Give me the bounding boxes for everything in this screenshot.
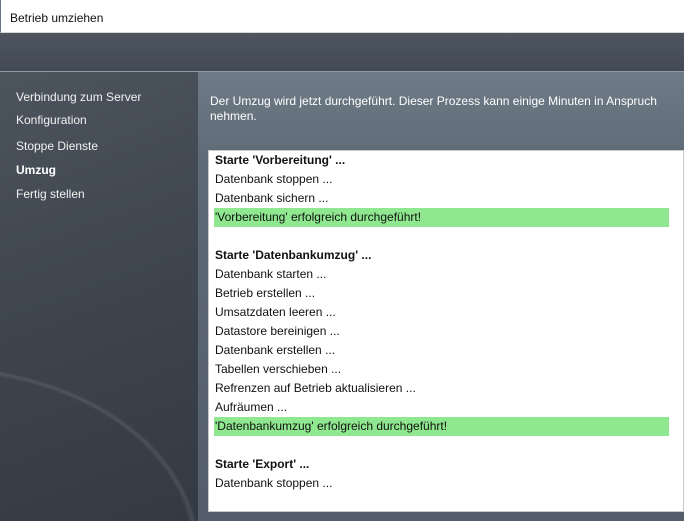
progress-log[interactable]: Starte 'Vorbereitung' ... Datenbank stop… <box>208 150 684 512</box>
log-line: Datenbank starten ... <box>215 267 327 281</box>
log-line: Tabellen verschieben ... <box>215 362 342 376</box>
log-line: Datenbank sichern ... <box>215 191 329 205</box>
log-line-header: Starte 'Datenbankumzug' ... <box>215 248 372 262</box>
main-panel: Der Umzug wird jetzt durchgeführt. Diese… <box>198 72 684 521</box>
log-line: Betrieb erstellen ... <box>215 286 316 300</box>
log-line: Datenbank erstellen ... <box>215 343 336 357</box>
window-titlebar: Betrieb umziehen <box>0 0 684 33</box>
log-line-header: Starte 'Export' ... <box>215 457 310 471</box>
log-line: Umsatzdaten leeren ... <box>215 305 336 319</box>
sidebar-step-stoppe-dienste: Stoppe Dienste <box>16 139 99 153</box>
sidebar-step-fertig-stellen: Fertig stellen <box>16 187 85 201</box>
sidebar-step-konfiguration: Konfiguration <box>16 113 87 127</box>
sidebar-step-umzug-current: Umzug <box>16 163 56 177</box>
wizard-step-sidebar: Verbindung zum Server Konfiguration Stop… <box>0 72 198 521</box>
log-line: Datenbank stoppen ... <box>215 172 333 186</box>
log-line: Aufräumen ... <box>215 400 288 414</box>
log-line: Datenbank stoppen ... <box>215 476 333 490</box>
log-line-success: 'Vorbereitung' erfolgreich durchgeführt! <box>214 208 669 227</box>
header-banner <box>0 33 684 72</box>
log-line: Datastore bereinigen ... <box>215 324 340 338</box>
log-line-header: Starte 'Vorbereitung' ... <box>215 153 346 167</box>
window-title: Betrieb umziehen <box>10 11 104 25</box>
sidebar-step-verbindung: Verbindung zum Server <box>16 90 142 104</box>
intro-text: Der Umzug wird jetzt durchgeführt. Diese… <box>210 94 657 123</box>
log-line-success: 'Datenbankumzug' erfolgreich durchgeführ… <box>214 417 669 436</box>
log-line: Refrenzen auf Betrieb aktualisieren ... <box>215 381 416 395</box>
